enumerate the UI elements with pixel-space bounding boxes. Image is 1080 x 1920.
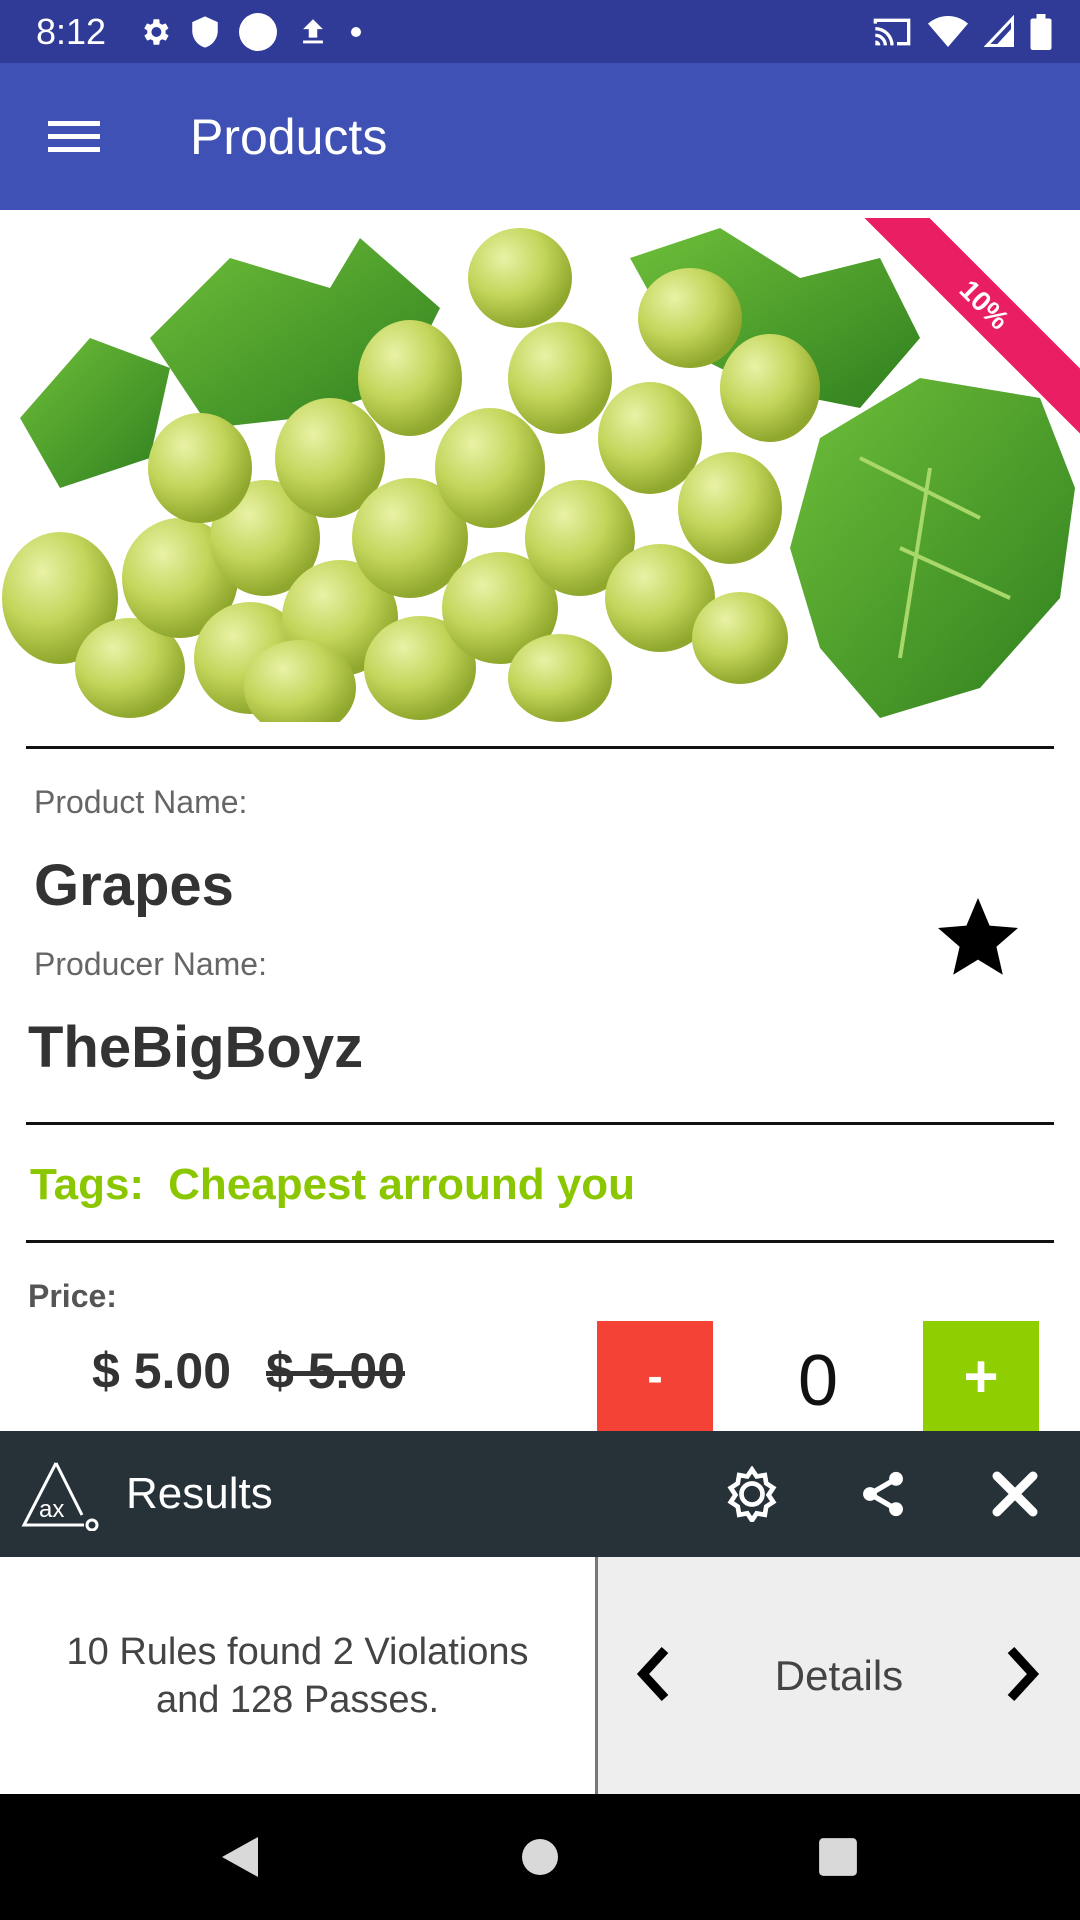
star-icon[interactable] — [930, 890, 1026, 986]
status-time: 8:12 — [36, 11, 107, 52]
share-icon[interactable] — [848, 1459, 918, 1529]
gear-icon — [138, 15, 172, 49]
tags-label: Tags: — [30, 1160, 145, 1209]
dot-icon — [348, 24, 364, 40]
price-current: $ 5.00 — [92, 1343, 232, 1399]
price-original: $ 5.00 — [266, 1343, 406, 1399]
quantity-value: 0 — [797, 1341, 839, 1421]
system-nav-bar — [0, 1794, 1080, 1920]
details-section[interactable]: Details — [595, 1557, 1080, 1794]
divider — [26, 1122, 1054, 1125]
status-icons-right — [872, 12, 1052, 52]
product-name-label: Product Name: — [34, 784, 248, 820]
quantity-increase-button[interactable]: + — [923, 1321, 1039, 1431]
results-title: Results — [126, 1469, 273, 1518]
status-bar: 8:12 — [0, 0, 1080, 63]
status-icons-left — [138, 12, 364, 52]
hamburger-menu-icon[interactable] — [30, 98, 118, 176]
product-image: 10% — [0, 218, 1080, 722]
settings-icon[interactable] — [717, 1459, 787, 1529]
accessibility-results-bar: ax Results — [0, 1431, 1080, 1557]
upload-icon — [296, 14, 330, 50]
divider — [26, 746, 1054, 749]
circle-icon — [238, 12, 278, 52]
ax-logo: ax — [20, 1459, 102, 1532]
back-icon[interactable] — [205, 1822, 275, 1892]
page-title: Products — [190, 109, 388, 165]
home-icon[interactable] — [505, 1822, 575, 1892]
cast-icon — [872, 15, 912, 49]
divider — [26, 1240, 1054, 1243]
signal-icon — [984, 15, 1014, 49]
shield-icon — [190, 15, 220, 49]
producer-name: TheBigBoyz — [28, 1015, 364, 1080]
battery-icon — [1030, 14, 1052, 50]
results-summary: 10 Rules found 2 Violations and 128 Pass… — [66, 1630, 529, 1721]
product-name: Grapes — [34, 853, 234, 918]
app-bar: Products — [0, 63, 1080, 210]
accessibility-results-panel: 10 Rules found 2 Violations and 128 Pass… — [0, 1557, 1080, 1794]
chevron-right-icon[interactable] — [988, 1639, 1058, 1709]
chevron-left-icon[interactable] — [618, 1639, 688, 1709]
recents-icon[interactable] — [803, 1822, 873, 1892]
producer-name-label: Producer Name: — [34, 946, 267, 982]
tags-row: Tags: Cheapest arround you — [30, 1160, 635, 1210]
quantity-decrease-button[interactable]: - — [597, 1321, 713, 1431]
price-label: Price: — [28, 1278, 117, 1314]
tags-value: Cheapest arround you — [168, 1160, 636, 1209]
close-icon[interactable] — [980, 1459, 1050, 1529]
grapes-illustration — [0, 218, 1080, 722]
ax-logo-text: ax — [39, 1496, 64, 1523]
wifi-icon — [928, 15, 968, 49]
